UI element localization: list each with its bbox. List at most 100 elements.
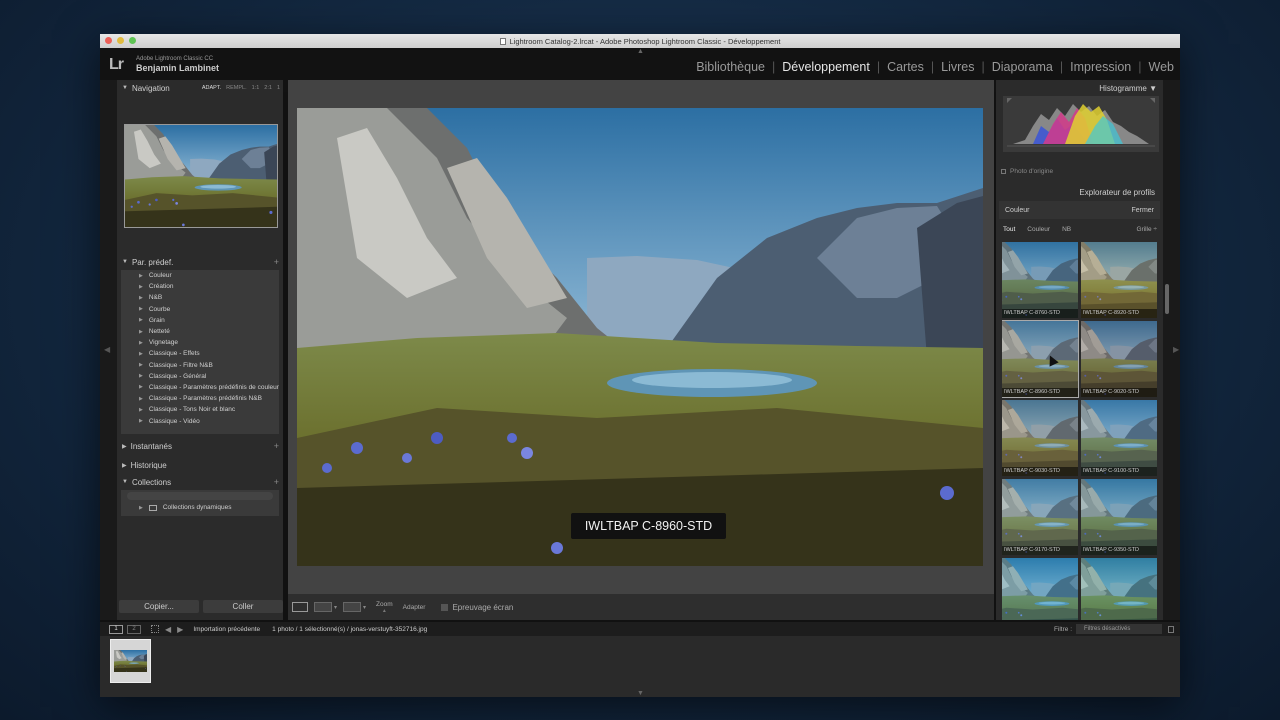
profile-tab[interactable]: Couleur (1027, 226, 1050, 233)
navigator-zoom-option[interactable]: ADAPT. (202, 85, 221, 91)
module-5[interactable]: Impression (1070, 60, 1131, 74)
profile-tab[interactable]: NB (1062, 226, 1071, 233)
module-3[interactable]: Livres (941, 60, 974, 74)
left-edge-bar: ◀ (100, 80, 117, 620)
module-1[interactable]: Développement (782, 60, 870, 74)
preset-folder[interactable]: ▶ Courbe (121, 304, 279, 315)
chevron-down-icon[interactable]: ▾ (363, 604, 366, 611)
module-6[interactable]: Web (1149, 60, 1174, 74)
history-header[interactable]: ▶ Historique (117, 457, 283, 473)
before-after-view-icon[interactable] (314, 602, 332, 612)
preset-folder[interactable]: ▶ N&B (121, 292, 279, 303)
profile-thumbnail[interactable]: IWLTBAP C-9100-STD (1081, 400, 1157, 476)
profile-thumbnail[interactable]: IWLTBAP C-8920-STD (1081, 242, 1157, 318)
preset-folder[interactable]: ▶ Vignetage (121, 337, 279, 348)
filmstrip-thumbnail[interactable] (110, 639, 151, 683)
profile-thumbnail[interactable]: IWLTBAP C-9350-STD (1081, 479, 1157, 555)
preset-folder-label: Vignetage (148, 339, 179, 347)
collection-item[interactable]: ▶ Collections dynamiques (139, 504, 232, 511)
profile-tab[interactable]: Tout (1003, 226, 1015, 233)
profile-scrollbar[interactable] (1165, 284, 1169, 314)
preset-folder[interactable]: ▶ Grain (121, 315, 279, 326)
collapse-filmstrip-icon[interactable]: ▼ (637, 690, 644, 697)
view-mode-dropdown[interactable]: Grille ÷ (1136, 226, 1157, 233)
secondary-window-button[interactable]: 2 (127, 624, 141, 634)
preset-folder[interactable]: ▶ Classique - Paramètres prédéfinis N&B (121, 393, 279, 404)
navigator-header[interactable]: ▼ Navigation ADAPT. REMPL. 1:1 2:1 1 (117, 80, 283, 96)
preset-folder[interactable]: ▶ Classique - Vidéo (121, 415, 279, 426)
original-photo-checkbox[interactable] (1001, 169, 1006, 174)
module-2[interactable]: Cartes (887, 60, 924, 74)
preset-folder[interactable]: ▶ Création (121, 281, 279, 292)
panel-expand-icon: ▼ (122, 479, 128, 485)
zoom-control[interactable]: Zoom ▲ (376, 601, 393, 614)
lock-icon[interactable] (1168, 625, 1174, 633)
profile-label: IWLTBAP C-8920-STD (1081, 309, 1157, 318)
preset-folder[interactable]: ▶ Classique - Filtre N&B (121, 360, 279, 371)
collapse-left-panel-icon[interactable]: ◀ (104, 345, 110, 354)
profile-thumbnail[interactable]: IWLTBAP C-9730-STD (1081, 558, 1157, 620)
close-window-button[interactable] (105, 37, 112, 44)
add-snapshot-icon[interactable]: + (274, 441, 279, 451)
add-collection-icon[interactable]: + (274, 477, 279, 487)
source-label[interactable]: Importation précédente (193, 626, 260, 633)
preset-folder[interactable]: ▶ Couleur (121, 270, 279, 281)
add-preset-icon[interactable]: + (274, 257, 279, 267)
presets-title: Par. prédef. (131, 257, 174, 267)
navigator-zoom-option[interactable]: 1 (277, 85, 280, 91)
presets-header[interactable]: ▼ Par. prédef. + (117, 254, 283, 270)
preset-folder[interactable]: ▶ Classique - Paramètres prédéfinis de co… (121, 382, 279, 393)
paste-settings-button[interactable]: Coller (203, 600, 283, 613)
profile-thumbnail[interactable]: IWLTBAP C-8960-STD (1002, 320, 1079, 398)
chevron-down-icon[interactable]: ▾ (334, 604, 337, 611)
original-photo-label: Photo d'origine (1010, 168, 1054, 175)
navigator-zoom-option[interactable]: REMPL. (226, 85, 246, 91)
fit-label: Adapter (402, 603, 426, 611)
navigator-preview[interactable] (124, 124, 278, 228)
left-panel: ▼ Navigation ADAPT. REMPL. 1:1 2:1 1 ▼ Par. … (117, 80, 283, 620)
histogram[interactable] (1003, 96, 1159, 152)
preset-folder[interactable]: ▶ Classique - Effets (121, 348, 279, 359)
zoom-window-button[interactable] (129, 37, 136, 44)
preset-folder[interactable]: ▶ Netteté (121, 326, 279, 337)
profile-filter-tabs: Tout Couleur NB Grille ÷ (1003, 222, 1159, 236)
main-photo[interactable]: IWLTBAP C-8960-STD (297, 108, 983, 566)
histogram-header[interactable]: Histogramme ▼ (1099, 84, 1157, 93)
filter-dropdown[interactable]: Filtres désactivés (1076, 624, 1162, 634)
preset-folder[interactable]: ▶ Classique - Tons Noir et blanc (121, 404, 279, 415)
profile-thumbnail[interactable]: IWLTBAP C-9030-STD (1002, 400, 1078, 476)
grid-view-icon[interactable] (151, 625, 159, 633)
softproof-checkbox[interactable] (441, 603, 449, 611)
navigator-zoom-option[interactable]: 2:1 (264, 85, 272, 91)
profile-thumbnail[interactable]: IWLTBAP C-9020-STD (1081, 321, 1157, 397)
view-mode-label: Grille (1136, 225, 1152, 233)
module-4[interactable]: Diaporama (992, 60, 1053, 74)
thumbnail-image-svg (114, 650, 147, 672)
profile-thumbnail[interactable]: IWLTBAP C-9170-STD (1002, 479, 1078, 555)
selection-count[interactable]: 1 photo / 1 sélectionné(s) / jonas-verst… (272, 626, 427, 633)
collections-search-input[interactable] (127, 492, 273, 500)
profile-thumbnail[interactable]: IWLTBAP C-8760-STD (1002, 242, 1078, 318)
back-arrow-icon[interactable]: ◀ (165, 625, 171, 634)
close-profile-browser-button[interactable]: Fermer (1131, 207, 1154, 214)
main-window-button[interactable]: 1 (109, 624, 123, 634)
before-after-swap-icon[interactable] (343, 602, 362, 612)
collections-header[interactable]: ▼ Collections + (117, 474, 283, 490)
module-0[interactable]: Bibliothèque (696, 60, 765, 74)
copy-settings-button[interactable]: Copier... (119, 600, 199, 613)
collapse-top-panel-icon[interactable]: ▲ (637, 48, 644, 55)
zoom-label: Zoom (376, 600, 393, 608)
document-icon (499, 37, 506, 45)
preset-folder[interactable]: ▶ Classique - Général (121, 371, 279, 382)
loupe-view-icon[interactable] (292, 602, 308, 612)
right-edge-bar: ▶ (1163, 80, 1180, 620)
original-photo-toggle[interactable]: Photo d'origine (1001, 168, 1053, 175)
fit-control[interactable]: Adapter (403, 604, 426, 611)
minimize-window-button[interactable] (117, 37, 124, 44)
app-window: Lightroom Catalog-2.lrcat - Adobe Photos… (100, 34, 1180, 697)
snapshots-header[interactable]: ▶ Instantanés + (117, 438, 283, 454)
collapse-right-panel-icon[interactable]: ▶ (1173, 345, 1179, 354)
profile-thumbnail[interactable]: IWLTBAP C-9560-STD (1002, 558, 1078, 620)
navigator-zoom-option[interactable]: 1:1 (252, 85, 260, 91)
forward-arrow-icon[interactable]: ▶ (177, 625, 183, 634)
